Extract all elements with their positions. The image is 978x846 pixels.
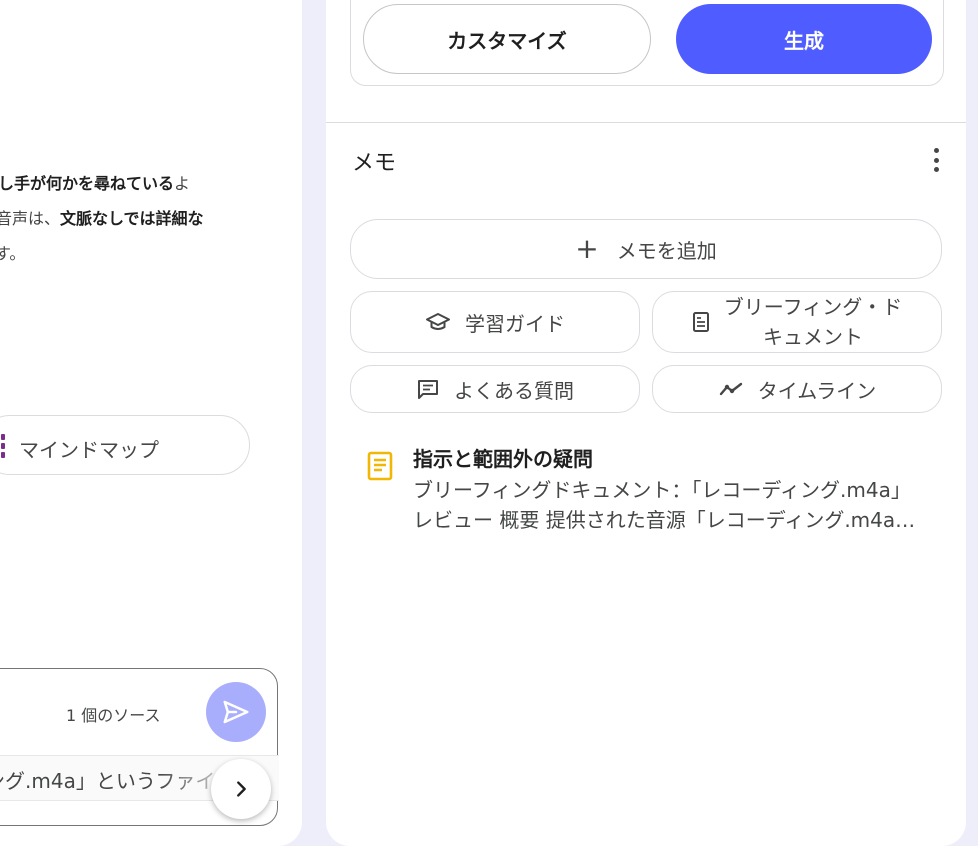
document-icon (692, 312, 709, 332)
chat-text: す。 (0, 244, 26, 263)
chat-panel: 話し手が何かを尋ねているよ 音声は、文脈なしでは詳細な す。 マインドマップ 1… (0, 0, 302, 846)
timeline-label: タイムライン (757, 378, 877, 403)
chat-text: よ (174, 174, 191, 193)
divider (326, 122, 966, 123)
school-icon (426, 313, 450, 330)
mindmap-label: マインドマップ (19, 438, 159, 462)
chat-bold-text: 文脈なしでは詳細な (60, 209, 204, 228)
study-guide-button[interactable]: 学習ガイド (350, 291, 640, 353)
plus-icon: + (575, 232, 599, 265)
briefing-doc-button[interactable]: ブリーフィング・ド キュメント (652, 291, 942, 353)
source-count: 1 個のソース (66, 706, 161, 725)
chat-bold-text: 話し手が何かを尋ねている (0, 174, 175, 193)
generate-card: カスタマイズ 生成 (350, 0, 944, 86)
briefing-doc-label: ブリーフィング・ド キュメント (724, 292, 902, 352)
more-vert-icon[interactable] (926, 144, 946, 176)
add-memo-button[interactable]: + メモを追加 (350, 219, 942, 279)
chat-text: 音声は、 (0, 209, 61, 228)
chat-line: す。 (0, 236, 302, 271)
note-icon (367, 451, 393, 481)
briefing-doc-label-line1: ブリーフィング・ド (723, 295, 903, 319)
next-suggestion-button[interactable] (211, 759, 271, 819)
faq-icon (418, 380, 438, 399)
faq-label: よくある質問 (454, 378, 574, 403)
timeline-button[interactable]: タイムライン (652, 365, 942, 413)
generate-button[interactable]: 生成 (676, 4, 932, 74)
studio-panel: カスタマイズ 生成 メモ + メモを追加 学習ガイド ブリーフィング・ド キュメ (326, 0, 966, 846)
timeline-icon (719, 382, 742, 396)
chat-response-text: 話し手が何かを尋ねているよ 音声は、文脈なしでは詳細な す。 (0, 166, 302, 271)
chevron-right-icon (237, 781, 246, 797)
briefing-doc-label-line2: キュメント (763, 325, 863, 349)
faq-button[interactable]: よくある質問 (350, 365, 640, 413)
note-preview-line: ブリーフィングドキュメント：「レコーディング.m4a」 (413, 478, 911, 502)
send-icon (223, 700, 249, 724)
app-page: 話し手が何かを尋ねているよ 音声は、文脈なしでは詳細な す。 マインドマップ 1… (0, 0, 978, 846)
customize-button[interactable]: カスタマイズ (363, 4, 651, 74)
note-title: 指示と範囲外の疑問 (413, 447, 593, 471)
study-guide-label: 学習ガイド (465, 311, 565, 336)
chat-composer[interactable]: 1 個のソース ング.m4a」というファイル (0, 668, 279, 826)
chat-line: 音声は、文脈なしでは詳細な (0, 201, 302, 236)
saved-note[interactable]: 指示と範囲外の疑問 ブリーフィングドキュメント：「レコーディング.m4a」 レビ… (362, 440, 942, 540)
send-button[interactable] (206, 682, 266, 742)
chat-line: 話し手が何かを尋ねているよ (0, 166, 302, 201)
note-preview-line: レビュー 概要 提供された音源「レコーディング.m4a… (413, 508, 916, 532)
mindmap-icon (1, 434, 5, 458)
mindmap-button[interactable]: マインドマップ (0, 415, 250, 475)
memo-section-title: メモ (352, 151, 397, 176)
add-memo-label: メモを追加 (616, 238, 717, 263)
